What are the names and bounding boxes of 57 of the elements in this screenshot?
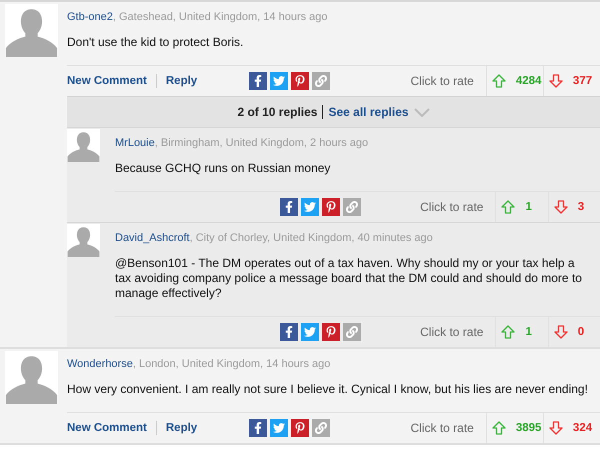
avatar-icon [67,129,100,162]
down-arrow-icon[interactable] [554,200,568,214]
facebook-icon[interactable] [280,323,298,341]
comment-meta: , London, United Kingdom, 14 hours ago [132,358,330,370]
rate-label: Click to rate [419,200,484,214]
comment-text: Don't use the kid to protect Boris. [67,34,244,51]
facebook-icon[interactable] [249,72,268,90]
see-all-replies-link[interactable]: See all replies [328,105,409,119]
twitter-icon[interactable] [270,419,288,437]
author-link[interactable]: David_Ashcroft [115,232,190,244]
avatar-icon [67,224,100,257]
reply-text: Because GCHQ runs on Russian money [115,160,332,177]
downvote-count: 0 [578,326,584,338]
down-arrow-icon[interactable] [554,325,568,339]
link-icon[interactable] [312,72,330,90]
pinterest-icon[interactable] [291,419,310,437]
downvote-count: 324 [572,422,592,434]
reply-link[interactable]: Reply [156,74,206,88]
comment-meta: , City of Chorley, United Kingdom, 40 minutes ago [190,232,433,244]
author-link[interactable]: Wonderhorse [67,358,133,370]
comment-text: How very convenient. I am really not sure I believe it. Cynical I know, but his lies are never ending! [67,381,589,398]
link-icon[interactable] [342,323,361,341]
author-link[interactable]: MrLouie [115,137,155,149]
down-arrow-icon[interactable] [548,421,563,435]
rate-label: Click to rate [409,421,475,435]
rate-label: Click to rate [419,325,484,339]
pinterest-icon[interactable] [291,72,310,90]
upvote-count: 4284 [516,75,542,87]
downvote-count: 3 [578,201,584,213]
upvote-count: 3895 [516,422,542,434]
up-arrow-icon[interactable] [492,74,506,88]
up-arrow-icon[interactable] [501,325,516,339]
author-link[interactable]: Gtb-one2 [67,11,113,23]
link-icon[interactable] [312,419,330,437]
reply-count: 2 of 10 replies [237,105,324,119]
comment-meta: , Gateshead, United Kingdom, 14 hours ago [112,11,328,23]
downvote-count: 377 [572,75,592,87]
new-comment-link[interactable]: New Comment [67,74,156,88]
pinterest-icon[interactable] [322,323,340,341]
twitter-icon[interactable] [300,323,319,341]
upvote-count: 1 [525,201,532,213]
link-icon[interactable] [342,198,361,216]
rate-label: Click to rate [409,74,475,88]
twitter-icon[interactable] [270,72,288,90]
facebook-icon[interactable] [249,419,268,437]
reply-text: @Benson101 - The DM operates out of a tax haven. Why should my or your tax help a tax avoiding company police a message board that the DM could and should do more to manage effectively? [115,255,583,302]
up-arrow-icon[interactable] [501,200,516,214]
up-arrow-icon[interactable] [492,421,506,435]
chevron-down-icon[interactable] [414,108,430,116]
twitter-icon[interactable] [300,198,319,216]
new-comment-link[interactable]: New Comment [67,421,156,435]
reply-link[interactable]: Reply [156,421,206,435]
upvote-count: 1 [525,326,532,338]
facebook-icon[interactable] [280,198,298,216]
comment-meta: , Birmingham, United Kingdom, 2 hours ago [154,137,368,149]
pinterest-icon[interactable] [322,198,340,216]
down-arrow-icon[interactable] [548,74,563,88]
